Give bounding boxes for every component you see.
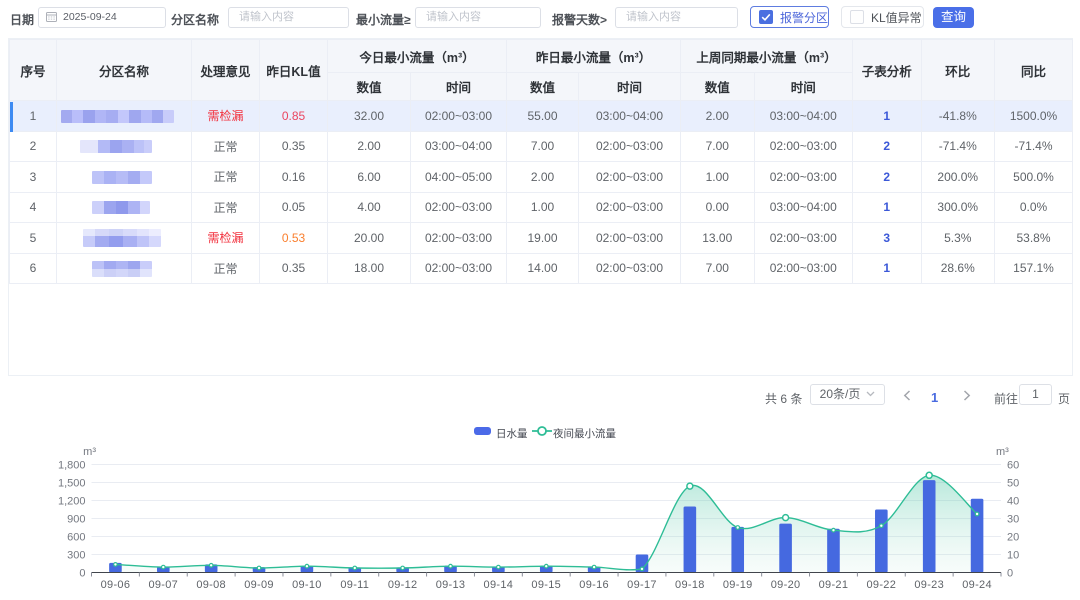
svg-text:09-18: 09-18 [675,579,705,591]
svg-text:40: 40 [1007,496,1019,508]
svg-text:09-20: 09-20 [771,579,801,591]
svg-text:09-23: 09-23 [914,579,944,591]
svg-text:20: 20 [1007,532,1019,544]
svg-text:300: 300 [67,550,85,562]
svg-text:09-24: 09-24 [962,579,992,591]
svg-text:09-10: 09-10 [292,579,322,591]
svg-text:09-17: 09-17 [627,579,657,591]
svg-text:09-15: 09-15 [531,579,561,591]
svg-text:09-09: 09-09 [244,579,274,591]
svg-text:09-06: 09-06 [101,579,131,591]
svg-text:60: 60 [1007,460,1019,472]
svg-text:09-12: 09-12 [388,579,418,591]
svg-text:0: 0 [1007,568,1013,580]
svg-text:m³: m³ [996,446,1009,458]
svg-text:09-08: 09-08 [196,579,226,591]
svg-text:09-19: 09-19 [723,579,753,591]
svg-text:09-21: 09-21 [819,579,849,591]
svg-text:1,500: 1,500 [58,478,86,490]
svg-text:600: 600 [67,532,85,544]
svg-text:1,200: 1,200 [58,496,86,508]
svg-text:09-11: 09-11 [340,579,369,591]
svg-text:30: 30 [1007,514,1019,526]
svg-text:1,800: 1,800 [58,460,86,472]
svg-text:0: 0 [79,568,85,580]
svg-text:10: 10 [1007,550,1019,562]
svg-text:900: 900 [67,514,85,526]
svg-text:50: 50 [1007,478,1019,490]
svg-text:m³: m³ [83,446,96,458]
svg-text:09-14: 09-14 [484,579,514,591]
svg-text:09-13: 09-13 [436,579,466,591]
svg-text:09-22: 09-22 [867,579,897,591]
svg-text:09-16: 09-16 [579,579,609,591]
svg-text:09-07: 09-07 [148,579,178,591]
